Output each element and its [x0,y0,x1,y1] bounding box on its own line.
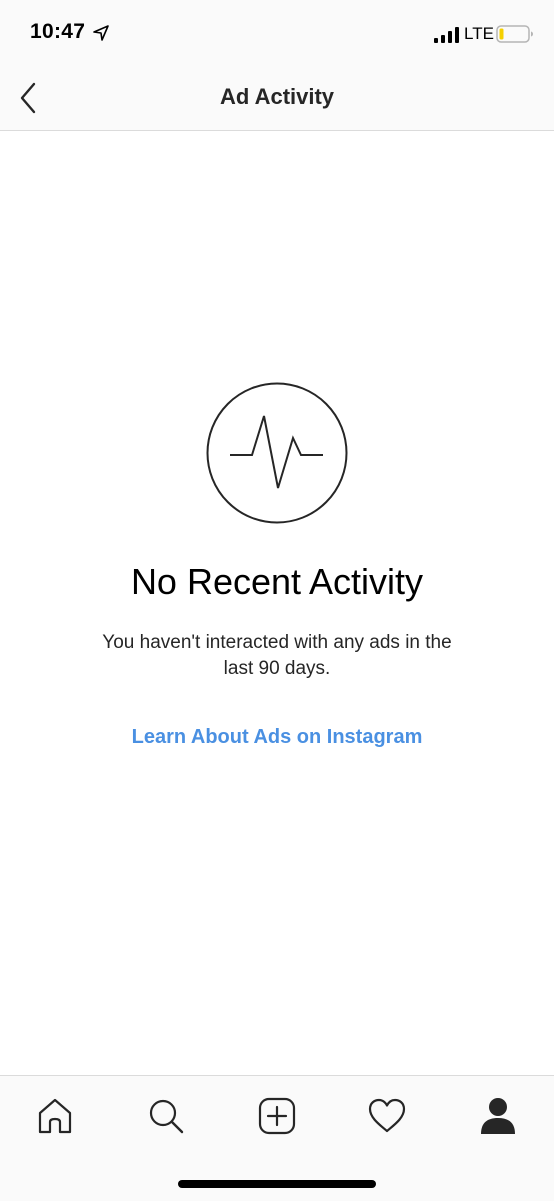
home-icon [38,1098,72,1134]
home-indicator [178,1180,376,1188]
empty-state-description: You haven't interacted with any ads in t… [102,632,452,679]
chevron-left-icon [20,82,36,114]
profile-icon [481,1098,515,1134]
tab-home[interactable] [35,1096,75,1136]
activity-pulse-icon [206,382,348,524]
search-icon [149,1099,184,1134]
nav-bar: Ad Activity [0,66,554,131]
network-label: LTE [464,24,494,43]
tab-new-post[interactable] [257,1096,297,1136]
battery-icon [496,25,533,43]
heart-icon [368,1098,406,1133]
tab-activity[interactable] [367,1096,407,1136]
page-title: Ad Activity [219,84,335,109]
status-time: 10:47 [30,20,86,43]
empty-state-title: No Recent Activity [130,561,424,602]
tab-profile[interactable] [478,1096,518,1136]
signal-bars-icon [434,27,459,43]
learn-about-ads-link[interactable]: Learn About Ads on Instagram [0,726,554,749]
back-button[interactable] [12,78,48,118]
location-arrow-icon [93,25,109,41]
add-post-icon [258,1097,296,1135]
tab-search[interactable] [145,1096,185,1136]
status-bar: 10:47 LTE [0,0,554,66]
